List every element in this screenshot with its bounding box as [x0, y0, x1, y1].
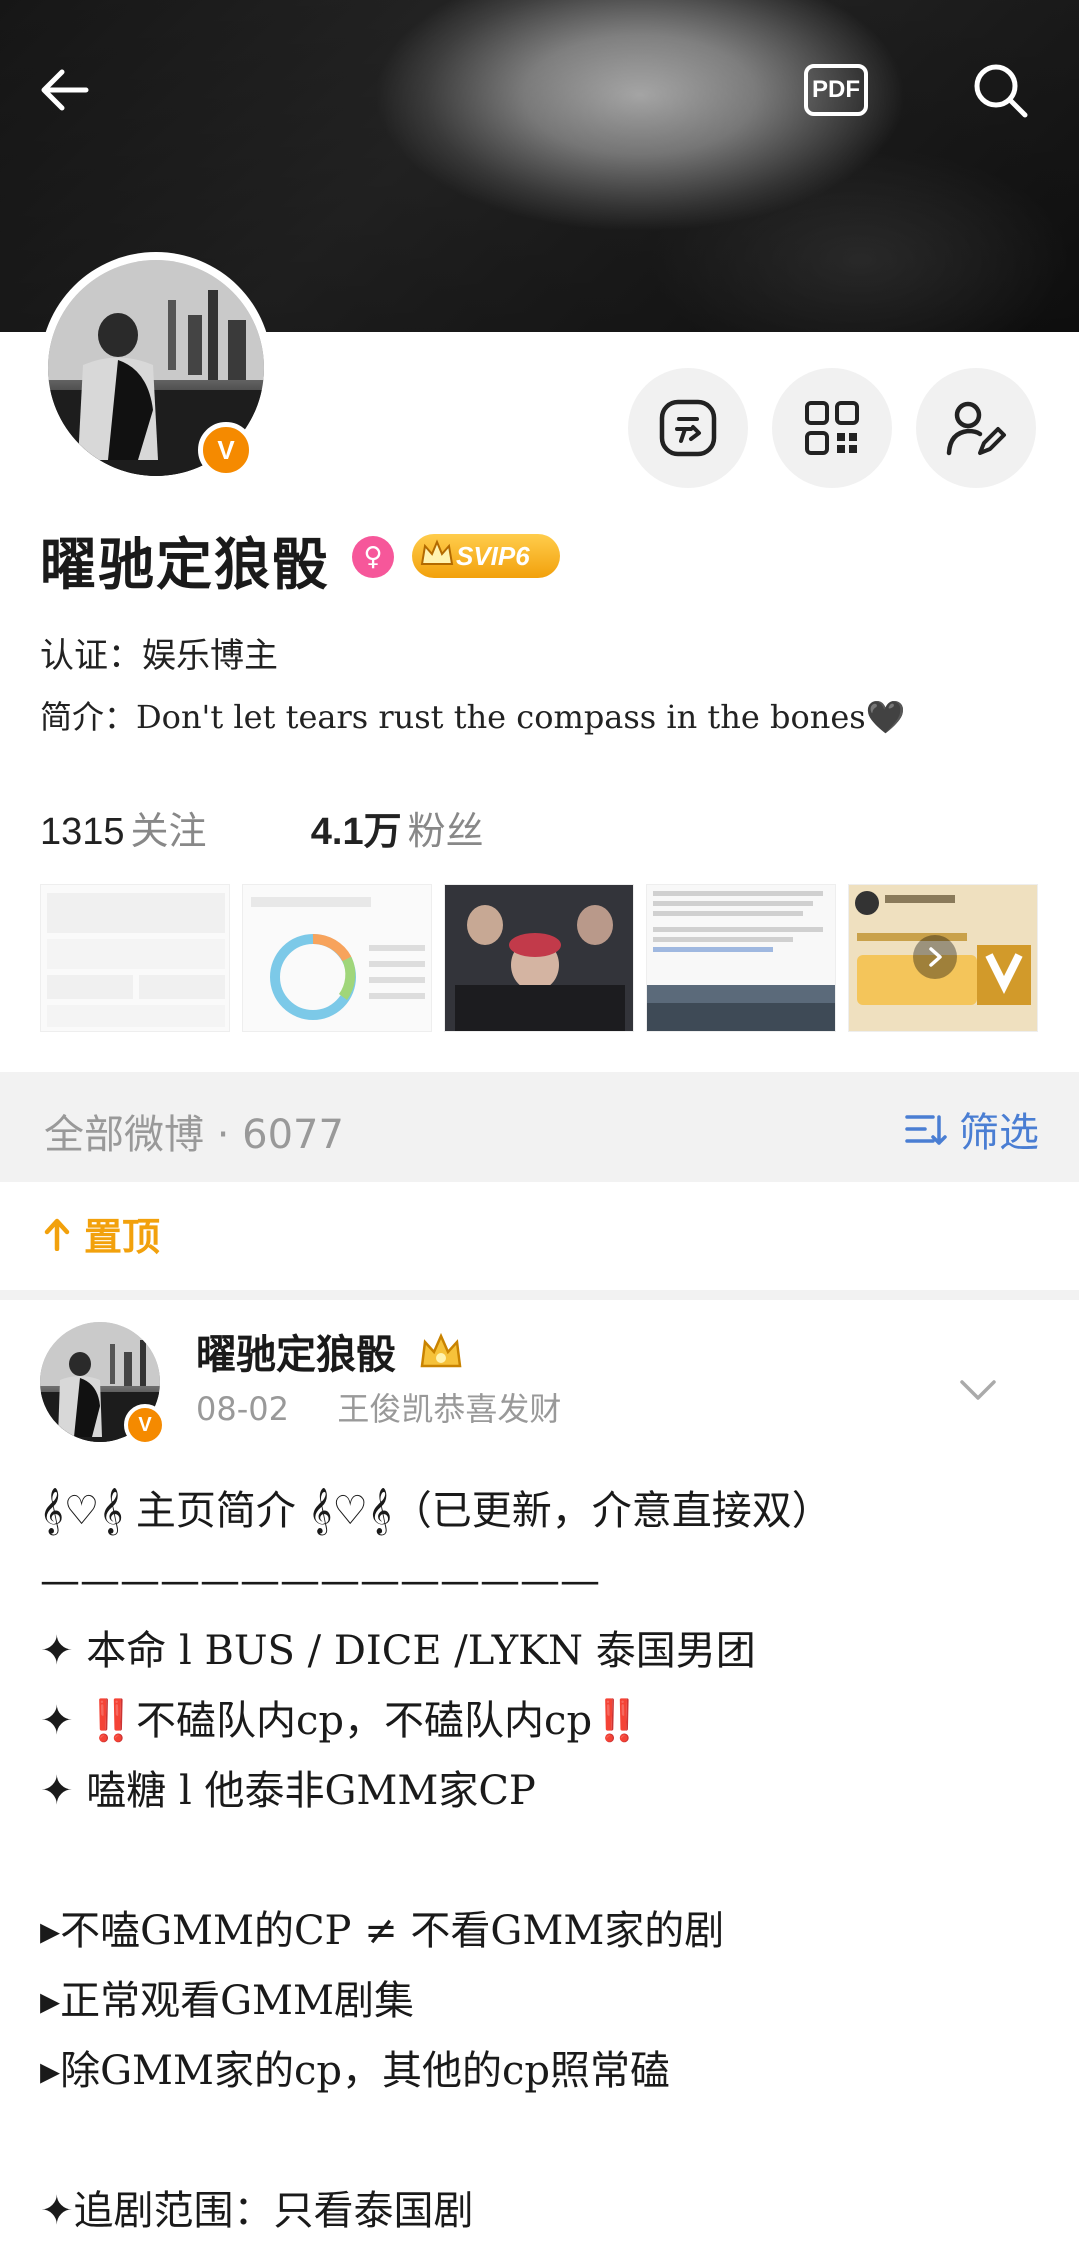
search-icon: [974, 64, 1028, 118]
thumbnail-5[interactable]: [848, 884, 1038, 1032]
followers-count: 4.1万: [310, 811, 402, 853]
post-verified-badge: V: [124, 1404, 166, 1446]
post-line: [40, 2106, 1040, 2176]
bio-value: Don't let tears rust the compass in the …: [136, 698, 906, 736]
post-source: 王俊凯恭喜发财: [337, 1390, 562, 1428]
crown-icon: [420, 539, 454, 565]
post-line: ✦追剧范围：只看泰国剧: [40, 2188, 474, 2234]
post-menu-button[interactable]: [950, 1370, 1006, 1410]
post-verified-badge-label: V: [138, 1413, 152, 1436]
thumbnail-3[interactable]: [444, 884, 634, 1032]
post-line: ✦ 嗑糖 l 他泰非GMM家CP: [40, 1768, 536, 1814]
checkin-icon: [659, 399, 717, 457]
post-line: ——————————————: [40, 1558, 600, 1604]
post-line: 𝄞♡𝄞 主页简介 𝄞♡𝄞（已更新，介意直接双）: [40, 1488, 832, 1534]
edit-profile-button[interactable]: [916, 368, 1036, 488]
pinned-indicator: 置顶: [44, 1206, 160, 1261]
thumbnails-next-button[interactable]: [913, 935, 957, 979]
post-line: ▸正常观看GMM剧集: [40, 1978, 414, 2024]
search-button[interactable]: [960, 50, 1040, 130]
pinned-label: 置顶: [84, 1215, 161, 1259]
post-line: ▸不嗑GMM的CP ≠ 不看GMM家的剧: [40, 1908, 725, 1954]
profile-avatar[interactable]: V: [40, 252, 272, 484]
thumbnail-2[interactable]: [242, 884, 432, 1032]
thumbnail-3-image: [445, 885, 633, 1031]
arrow-left-icon: [41, 69, 89, 111]
filter-button[interactable]: 筛选: [905, 1100, 1039, 1158]
followers-stat[interactable]: 4.1万 粉丝: [311, 809, 484, 853]
post-author-name[interactable]: 曜驰定狼骰: [196, 1322, 464, 1380]
cert-value: 娱乐博主: [142, 636, 278, 676]
checkin-button[interactable]: [628, 368, 748, 488]
chevron-right-icon: [929, 947, 942, 967]
edit-profile-icon: [946, 401, 1006, 456]
cert-label: 认证：: [40, 636, 142, 676]
pin-arrow-icon: [44, 1218, 70, 1251]
svip-badge[interactable]: SVIP6: [412, 534, 560, 578]
crown-icon: [420, 1332, 462, 1368]
post-line: ✦ 本命 l BUS / DICE /LYKN 泰国男团: [40, 1628, 756, 1674]
verified-badge: V: [198, 422, 254, 478]
thumbnail-4[interactable]: [646, 884, 836, 1032]
followers-label: 粉丝: [407, 809, 484, 853]
stats-row: 1315 关注 4.1万 粉丝: [40, 800, 484, 855]
pdf-label: PDF: [812, 76, 860, 103]
all-posts-label[interactable]: 全部微博 · 6077: [44, 1102, 344, 1160]
post-author-name-text: 曜驰定狼骰: [196, 1331, 396, 1378]
thumbnail-2-image: [251, 897, 425, 1020]
pdf-icon: PDF: [804, 64, 868, 116]
pdf-button[interactable]: PDF: [796, 50, 876, 130]
following-stat[interactable]: 1315 关注: [40, 809, 207, 853]
certification-row: 认证：娱乐博主: [40, 628, 278, 677]
post-date: 08-02: [196, 1390, 289, 1428]
thumbnail-4-image: [647, 891, 835, 1031]
verified-badge-label: V: [217, 434, 235, 465]
thumbnail-1-image: [47, 893, 225, 1027]
female-icon: ♀: [352, 536, 394, 578]
post-meta: 08-02 王俊凯恭喜发财: [196, 1384, 561, 1430]
post-line: [40, 1826, 1040, 1896]
filter-icon: [905, 1115, 947, 1145]
bio-label: 简介：: [40, 698, 137, 736]
post-line: ▸除GMM家的cp，其他的cp照常磕: [40, 2048, 670, 2094]
filter-label: 筛选: [959, 1110, 1039, 1156]
feed-filter-bar: 全部微博 · 6077 筛选: [0, 1072, 1079, 1182]
bio-row[interactable]: 简介：Don't let tears rust the compass in t…: [40, 692, 906, 738]
post-line: ✦ ‼️不磕队内cp，不磕队内cp‼️: [40, 1698, 642, 1744]
divider: [0, 1290, 1079, 1300]
following-label: 关注: [130, 809, 207, 853]
qrcode-icon: [805, 401, 859, 455]
chevron-down-icon: [960, 1380, 996, 1400]
thumbnail-1[interactable]: [40, 884, 230, 1032]
featured-thumbnails: [40, 884, 1040, 1034]
post-content[interactable]: 𝄞♡𝄞 主页简介 𝄞♡𝄞（已更新，介意直接双） —————————————— ✦…: [40, 1476, 1040, 2246]
svip-label: SVIP6: [456, 540, 530, 571]
qrcode-button[interactable]: [772, 368, 892, 488]
following-count: 1315: [40, 811, 125, 853]
back-button[interactable]: [24, 50, 104, 130]
profile-name: 曜驰定狼骰: [40, 532, 330, 598]
